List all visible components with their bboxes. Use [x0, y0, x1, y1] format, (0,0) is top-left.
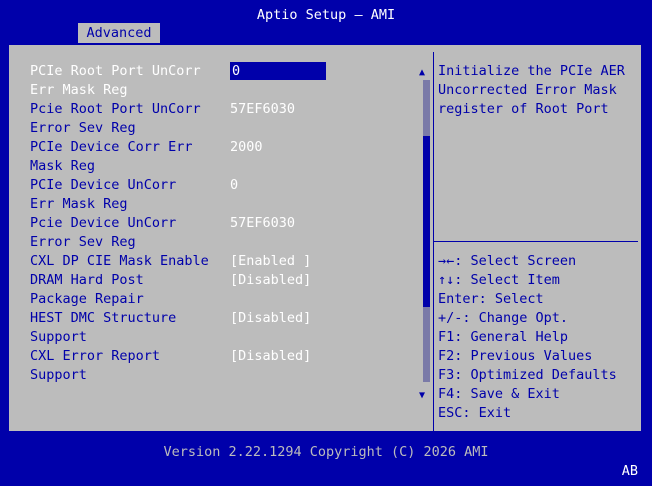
setting-label: Err Mask Reg	[30, 82, 128, 98]
setting-label-continued: Error Sev Reg	[0, 233, 420, 252]
setting-value: [Disabled]	[230, 272, 312, 288]
setting-value: 0	[230, 177, 239, 193]
version-text: Version 2.22.1294 Copyright (C) 2026 AMI	[163, 444, 489, 460]
setting-pcie-device-uncorr-err-mask[interactable]: PCIe Device UnCorr 0	[0, 176, 420, 195]
setting-pcie-device-corr-err-mask[interactable]: PCIe Device Corr Err 2000	[0, 138, 420, 157]
help-text-line: register of Root Port	[438, 101, 609, 117]
setting-label: Error Sev Reg	[30, 120, 136, 136]
setting-value: [Enabled ]	[230, 253, 312, 269]
setting-cxl-error-report-support[interactable]: CXL Error Report [Disabled]	[0, 347, 420, 366]
status-badge: AB	[621, 463, 638, 479]
setting-pcie-root-port-uncorr-error-sev[interactable]: Pcie Root Port UnCorr 57EF6030	[0, 100, 420, 119]
key-hint-change-opt: +/-: Change Opt.	[438, 310, 569, 326]
setting-value: [Disabled]	[230, 348, 312, 364]
setting-value-row: 0	[0, 62, 420, 81]
key-hint-select-item: ↑↓: Select Item	[438, 272, 560, 288]
setting-dram-hard-post-package-repair[interactable]: DRAM Hard Post [Disabled]	[0, 271, 420, 290]
setting-label: Err Mask Reg	[30, 196, 128, 212]
setting-label: Pcie Root Port UnCorr	[30, 101, 201, 117]
setting-label: Package Repair	[30, 291, 144, 307]
setting-label: HEST DMC Structure	[30, 310, 177, 326]
help-text-line: Initialize the PCIe AER	[438, 63, 625, 79]
setting-pcie-device-uncorr-error-sev[interactable]: Pcie Device UnCorr 57EF6030	[0, 214, 420, 233]
key-hint-select-screen: →←: Select Screen	[438, 253, 577, 269]
key-hint-exit: ESC: Exit	[438, 405, 512, 421]
setting-label: Mask Reg	[30, 158, 96, 174]
setting-label-continued: Package Repair	[0, 290, 420, 309]
key-hint-optimized-defaults: F3: Optimized Defaults	[438, 367, 617, 383]
help-text-line: Uncorrected Error Mask	[438, 82, 617, 98]
setting-value: 2000	[230, 139, 263, 155]
setting-label-continued: Err Mask Reg	[0, 81, 420, 100]
setting-value: [Disabled]	[230, 310, 312, 326]
setting-label: PCIe Device UnCorr	[30, 177, 177, 193]
setting-label: CXL Error Report	[30, 348, 161, 364]
setting-label: Support	[30, 367, 87, 383]
key-hint-save-exit: F4: Save & Exit	[438, 386, 560, 402]
key-hint-previous-values: F2: Previous Values	[438, 348, 593, 364]
setting-label: CXL DP CIE Mask Enable	[30, 253, 209, 269]
setting-label: Support	[30, 329, 87, 345]
key-hint-general-help: F1: General Help	[438, 329, 569, 345]
setting-label: Pcie Device UnCorr	[30, 215, 177, 231]
setting-label-continued: Support	[0, 328, 420, 347]
panel-divider	[433, 52, 434, 432]
key-hint-enter: Enter: Select	[438, 291, 544, 307]
help-divider	[434, 241, 638, 242]
setting-label: Error Sev Reg	[30, 234, 136, 250]
setting-value: 57EF6030	[230, 101, 296, 117]
setting-value: 0	[232, 63, 241, 79]
setting-hest-dmc-structure-support[interactable]: HEST DMC Structure [Disabled]	[0, 309, 420, 328]
scroll-down-icon[interactable]: ▼	[419, 386, 425, 405]
setting-label-continued: Support	[0, 366, 420, 385]
setting-value: 57EF6030	[230, 215, 296, 231]
setting-label: DRAM Hard Post	[30, 272, 144, 288]
setting-label: PCIe Device Corr Err	[30, 139, 193, 155]
tab-advanced[interactable]: Advanced	[78, 23, 160, 43]
setting-cxl-dp-cie-mask-enable[interactable]: CXL DP CIE Mask Enable [Enabled ]	[0, 252, 420, 271]
setting-label-continued: Mask Reg	[0, 157, 420, 176]
setting-label-continued: Error Sev Reg	[0, 119, 420, 138]
scrollbar-thumb[interactable]	[423, 136, 430, 307]
setting-label-continued: Err Mask Reg	[0, 195, 420, 214]
